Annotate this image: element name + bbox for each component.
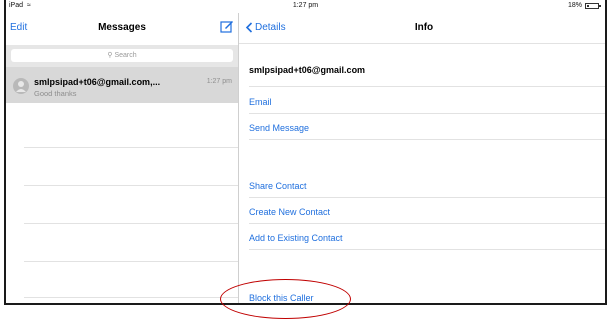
list-divider [24, 185, 238, 186]
add-to-existing-link[interactable]: Add to Existing Contact [249, 233, 343, 243]
search-input[interactable]: ⚲ Search [11, 49, 233, 62]
list-divider [24, 297, 238, 298]
list-divider [24, 147, 238, 148]
info-title: Info [414, 22, 434, 33]
row-divider [249, 249, 605, 250]
search-bar: ⚲ Search [6, 45, 238, 67]
info-panel: Details Info smlpsipad+t06@gmail.com Ema… [239, 13, 605, 303]
ipad-screen: iPad ≈ 1:27 pm 18% Edit Messages ⚲ Searc… [4, 0, 607, 305]
row-divider [249, 197, 605, 198]
row-divider [249, 223, 605, 224]
contact-email: smlpsipad+t06@gmail.com [249, 65, 366, 75]
messages-title: Messages [98, 22, 146, 33]
row-divider [249, 86, 605, 87]
search-icon: ⚲ [107, 52, 113, 59]
list-divider [24, 223, 238, 224]
battery-icon [585, 2, 601, 9]
conversation-preview: Good thanks [34, 89, 77, 98]
person-icon [13, 78, 29, 94]
compose-icon[interactable] [220, 19, 234, 33]
status-battery: 18% [567, 2, 601, 9]
battery-percent: 18% [567, 2, 582, 9]
share-contact-link[interactable]: Share Contact [249, 181, 307, 191]
status-bar: iPad ≈ 1:27 pm 18% [6, 0, 605, 13]
row-divider [249, 113, 605, 114]
conversation-row[interactable]: smlpsipad+t06@gmail.com,... 1:27 pm Good… [6, 67, 238, 103]
create-new-contact-link[interactable]: Create New Contact [249, 207, 330, 217]
conversation-time: 1:27 pm [206, 78, 232, 85]
search-placeholder: Search [114, 52, 137, 59]
messages-nav-bar: Edit Messages [6, 13, 238, 43]
conversation-name: smlpsipad+t06@gmail.com,... [34, 77, 161, 87]
messages-panel: Edit Messages ⚲ Search smlpsipad+t06@gma… [6, 13, 239, 303]
email-link[interactable]: Email [249, 97, 272, 107]
send-message-link[interactable]: Send Message [249, 123, 309, 133]
annotation-highlight-ellipse [220, 279, 351, 319]
list-divider [24, 261, 238, 262]
status-time: 1:27 pm [292, 2, 319, 9]
row-divider [249, 139, 605, 140]
info-nav-bar: Details Info [239, 13, 605, 44]
